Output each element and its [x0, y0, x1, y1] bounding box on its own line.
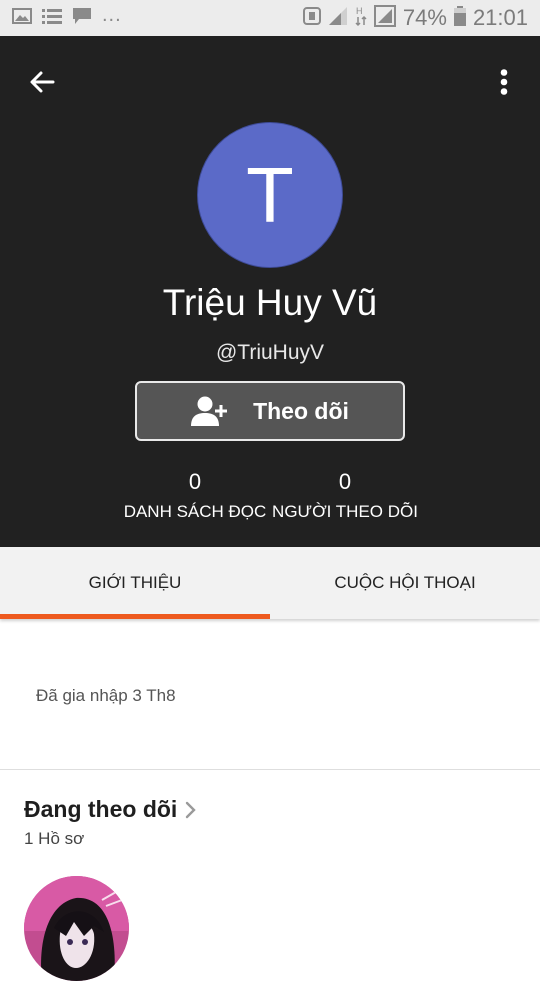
more-options-button[interactable]	[486, 62, 522, 102]
wifi-signal-icon	[373, 4, 396, 32]
stat-label: DANH SÁCH ĐỌC	[123, 502, 267, 521]
nfc-icon	[302, 6, 321, 30]
follow-button-label: Theo dõi	[253, 397, 349, 424]
stat-label: NGƯỜI THEO DÕI	[272, 502, 418, 521]
divider	[0, 769, 540, 770]
tab-conversations[interactable]: CUỘC HỘI THOẠI	[270, 547, 540, 619]
display-name: Triệu Huy Vũ	[162, 282, 378, 323]
stat-reading-lists[interactable]: 0 DANH SÁCH ĐỌC	[110, 468, 280, 524]
image-notification-icon	[12, 7, 32, 29]
stat-followers[interactable]: 0 NGƯỜI THEO DÕI	[260, 468, 430, 524]
following-title: Đang theo dõi	[24, 796, 178, 822]
add-user-icon	[191, 396, 228, 426]
svg-text:H: H	[356, 6, 363, 16]
active-tab-indicator	[0, 614, 270, 619]
profile-header: T Triệu Huy Vũ @TriuHuyV Theo dõi 0 DANH…	[0, 36, 540, 547]
clock: 21:01	[472, 5, 528, 30]
notification-icons: ...	[12, 3, 122, 30]
chevron-right-icon	[186, 801, 197, 818]
battery-percent: 74%	[402, 5, 447, 30]
followed-profile-avatar[interactable]	[24, 876, 129, 981]
system-status: H 74% 21:01	[302, 4, 528, 32]
username: @TriuHuyV	[215, 341, 325, 364]
data-transfer-icon: H	[355, 5, 367, 32]
tab-about[interactable]: GIỚI THIỆU	[0, 547, 270, 619]
list-notification-icon	[42, 8, 62, 29]
stat-count: 0	[188, 469, 202, 494]
tab-bar: GIỚI THIỆU CUỘC HỘI THOẠI	[0, 547, 540, 619]
back-button[interactable]	[22, 62, 62, 102]
status-bar: ... H 74% 21:01	[0, 0, 540, 36]
more-notifications-text: ...	[102, 3, 122, 26]
arrow-left-icon	[30, 71, 55, 93]
more-vertical-icon	[500, 69, 508, 95]
battery-icon	[453, 5, 466, 31]
stat-count: 0	[338, 469, 352, 494]
message-notification-icon	[72, 7, 92, 30]
following-count: 1 Hồ sơ	[24, 829, 85, 848]
joined-date: Đã gia nhập 3 Th8	[36, 686, 176, 705]
following-header[interactable]: Đang theo dõi	[24, 796, 197, 823]
signal-icon	[328, 6, 348, 31]
avatar[interactable]: T	[197, 122, 343, 268]
follow-button[interactable]: Theo dõi	[135, 381, 405, 441]
